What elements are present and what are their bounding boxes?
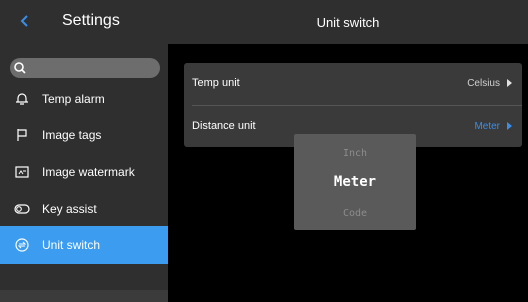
distance-unit-value: Meter xyxy=(474,121,500,132)
sidebar-item-temp-alarm[interactable]: Temp alarm xyxy=(0,80,168,118)
sidebar-item-label: Image watermark xyxy=(42,165,135,179)
picker-option-code[interactable]: Code xyxy=(294,208,416,219)
search-input[interactable] xyxy=(10,58,160,78)
temp-unit-value: Celsius xyxy=(467,78,500,89)
temp-unit-label: Temp unit xyxy=(192,77,240,89)
picker-option-inch[interactable]: Inch xyxy=(294,148,416,159)
toggle-icon xyxy=(14,201,30,217)
top-bar: Unit switch xyxy=(168,0,528,44)
watermark-icon xyxy=(14,164,30,180)
search-icon xyxy=(12,60,28,76)
sidebar-item-key-assist[interactable]: Key assist xyxy=(0,190,168,228)
page-title: Unit switch xyxy=(316,15,380,30)
flag-icon xyxy=(14,127,30,143)
sidebar-item-label: Image tags xyxy=(42,128,102,142)
sidebar-item-unit-switch[interactable]: Unit switch xyxy=(0,226,168,264)
sidebar-item-image-watermark[interactable]: Image watermark xyxy=(0,153,168,191)
sidebar-title: Settings xyxy=(62,12,120,29)
picker-option-meter[interactable]: Meter xyxy=(294,174,416,190)
back-chevron-icon[interactable] xyxy=(18,13,32,29)
sidebar-item-image-tags[interactable]: Image tags xyxy=(0,116,168,154)
unit-switch-icon xyxy=(14,237,30,253)
distance-unit-label: Distance unit xyxy=(192,120,256,132)
alarm-icon xyxy=(14,91,30,107)
unit-picker[interactable]: Inch Meter Code xyxy=(294,134,416,230)
sidebar-item-label: Key assist xyxy=(42,202,97,216)
sidebar-footer xyxy=(0,290,168,302)
chevron-right-icon xyxy=(507,122,512,130)
sidebar-header: Settings xyxy=(0,0,168,44)
sidebar-item-label: Unit switch xyxy=(42,238,101,252)
chevron-right-icon xyxy=(507,79,512,87)
sidebar: Settings Temp alarm Image tags Image wat… xyxy=(0,0,168,302)
sidebar-item-label: Temp alarm xyxy=(42,92,105,106)
temp-unit-row[interactable]: Temp unit Celsius xyxy=(184,63,522,105)
